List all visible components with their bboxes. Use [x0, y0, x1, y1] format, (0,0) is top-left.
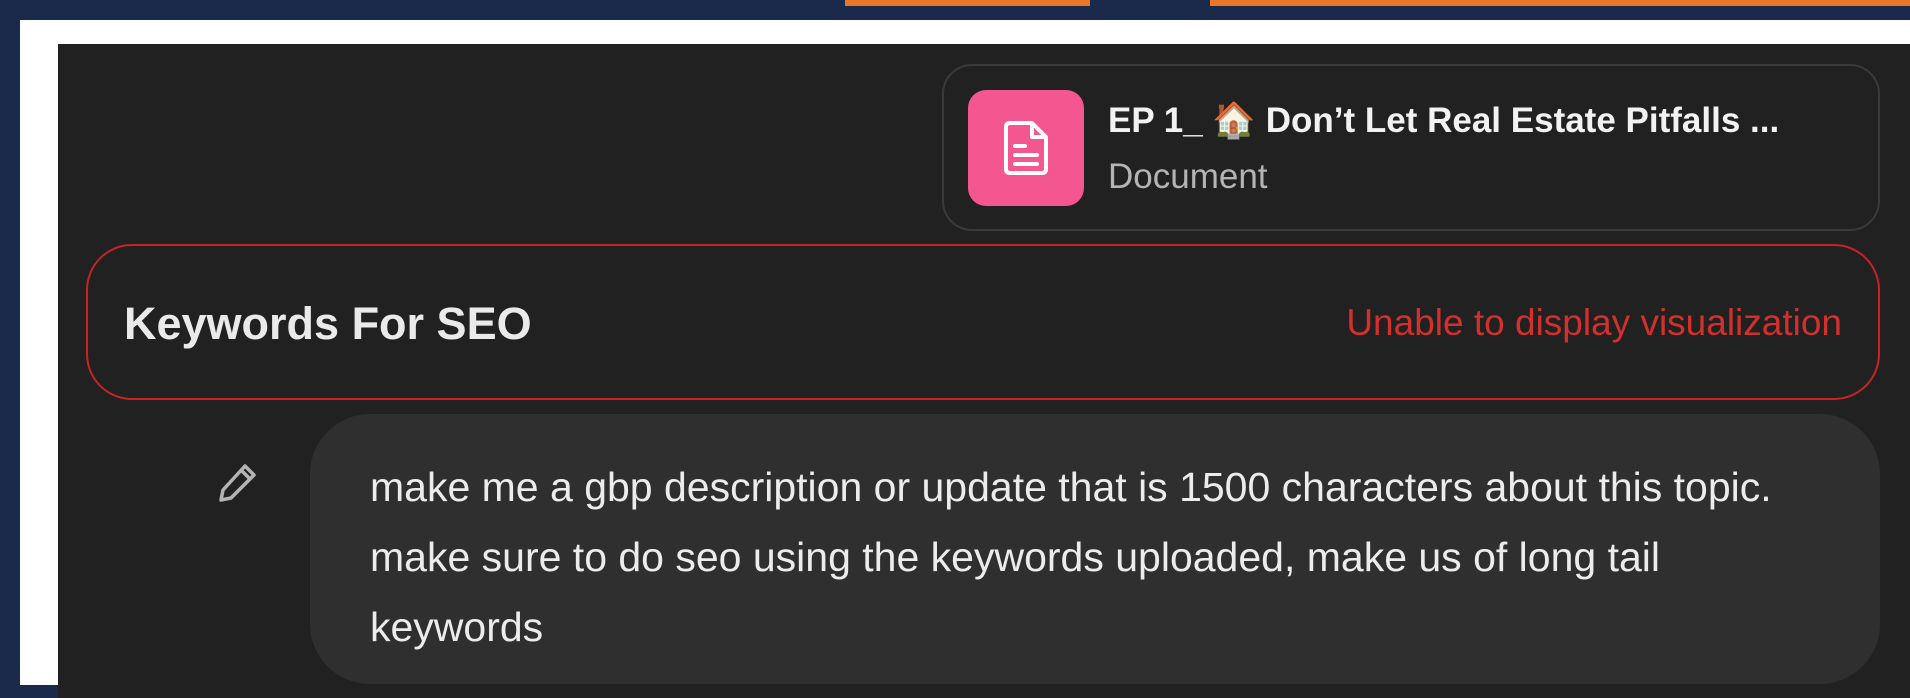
document-glyph: [1004, 121, 1048, 175]
attachment-title: EP 1_ 🏠 Don’t Let Real Estate Pitfalls .…: [1108, 101, 1780, 140]
document-icon: [968, 90, 1084, 206]
top-stripe-orange: [845, 0, 1090, 6]
top-stripe-navy-2: [1090, 0, 1210, 6]
attachment-card[interactable]: EP 1_ 🏠 Don’t Let Real Estate Pitfalls .…: [942, 64, 1880, 231]
chat-panel: EP 1_ 🏠 Don’t Let Real Estate Pitfalls .…: [58, 44, 1910, 698]
top-stripe-navy: [0, 0, 845, 6]
pencil-icon[interactable]: [214, 458, 262, 506]
attachment-type: Document: [1108, 157, 1268, 196]
visualization-error-box: Keywords For SEO Unable to display visua…: [86, 244, 1880, 400]
top-stripe-orange-2: [1210, 0, 1910, 6]
pencil-glyph: [219, 464, 256, 502]
visualization-title: Keywords For SEO: [124, 298, 532, 349]
visualization-error-message: Unable to display visualization: [1346, 302, 1842, 343]
user-message-bubble: make me a gbp description or update that…: [310, 414, 1880, 684]
screenshot-frame: EP 1_ 🏠 Don’t Let Real Estate Pitfalls .…: [20, 20, 1910, 698]
user-message-text: make me a gbp description or update that…: [370, 464, 1772, 650]
